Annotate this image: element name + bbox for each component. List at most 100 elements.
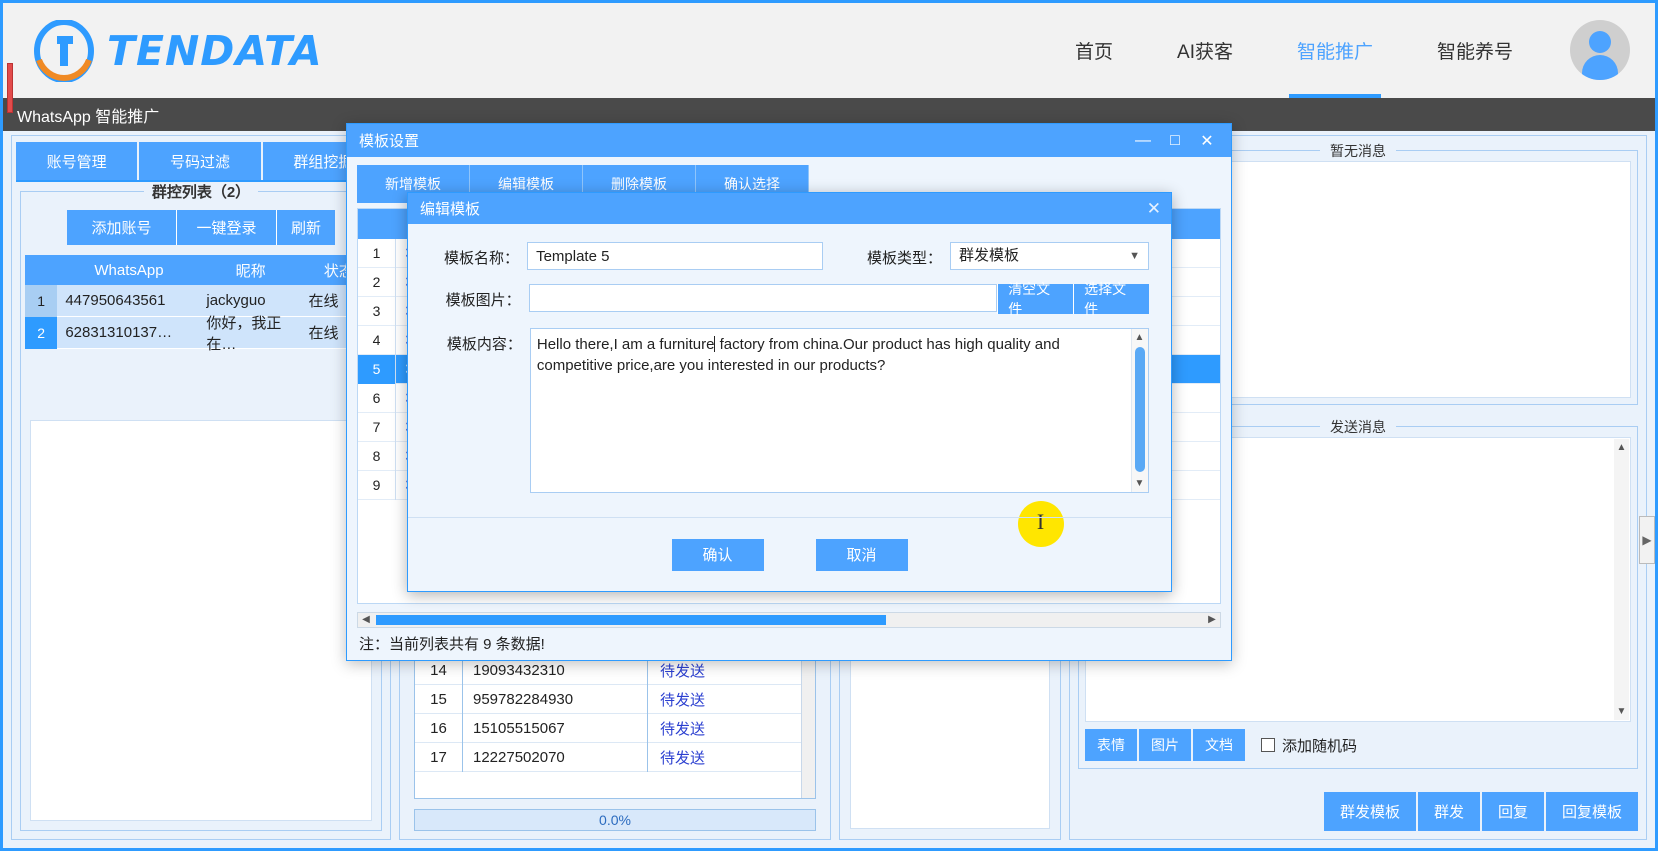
close-icon[interactable]: ✕: [1191, 124, 1223, 157]
chevron-up-icon[interactable]: ▲: [1614, 440, 1629, 455]
emoji-button[interactable]: 表情: [1085, 729, 1137, 761]
send-action-buttons: 群发模板 群发 回复 回复模板: [1322, 792, 1638, 831]
chevron-up-icon[interactable]: ▲: [1132, 330, 1147, 345]
bulk-template-button[interactable]: 群发模板: [1323, 792, 1416, 831]
hscrollbar-thumb[interactable]: [376, 615, 886, 625]
tab-number-filter[interactable]: 号码过滤: [139, 142, 261, 180]
refresh-button[interactable]: 刷新: [277, 210, 335, 245]
nav-item-smart-promotion[interactable]: 智能推广: [1288, 3, 1382, 98]
template-table-hscrollbar[interactable]: ◀ ▶: [357, 612, 1221, 628]
content-scrollbar[interactable]: ▲ ▼: [1131, 329, 1148, 492]
template-settings-titlebar: 模板设置 — □ ✕: [347, 124, 1231, 157]
template-image-label: 模板图片：: [445, 292, 521, 309]
choose-file-button[interactable]: 选择文件: [1073, 281, 1149, 317]
row-index: 4: [358, 325, 396, 355]
nav-item-smart-nurture[interactable]: 智能养号: [1437, 3, 1513, 98]
send-toolbar: 表情 图片 文档 添加随机码: [1085, 729, 1631, 761]
chevron-down-icon[interactable]: ▼: [1614, 704, 1629, 719]
reply-button[interactable]: 回复: [1481, 792, 1544, 831]
row-index: 6: [358, 383, 396, 413]
nav-item-home[interactable]: 首页: [1075, 3, 1113, 98]
received-messages-legend-text: 暂无消息: [1320, 143, 1396, 159]
reply-template-button[interactable]: 回复模板: [1545, 792, 1638, 831]
edit-template-title: 编辑模板: [420, 201, 481, 218]
template-settings-title: 模板设置: [359, 133, 420, 150]
tab-account-management[interactable]: 账号管理: [16, 142, 138, 180]
account-list-empty-area: [30, 420, 372, 821]
row-whatsapp: 62831310137…: [65, 324, 173, 341]
header-nickname: 昵称: [235, 262, 266, 280]
edit-template-footer: 确认 取消: [408, 517, 1171, 591]
window-controls: — □ ✕: [1127, 124, 1223, 157]
chevron-right-icon[interactable]: ▶: [1204, 613, 1220, 627]
template-type-select[interactable]: 群发模板 ▼: [949, 242, 1149, 270]
edit-template-form: 模板名称： Template 5 模板类型： 群发模板 ▼ 模板图片： 清空文件…: [408, 224, 1171, 547]
row-index: 3: [358, 296, 396, 326]
row-nickname: jackyguo: [206, 292, 266, 309]
template-name-input[interactable]: Template 5: [527, 242, 823, 270]
template-type-label: 模板类型：: [866, 250, 942, 267]
panel-expand-toggle[interactable]: ▶: [1639, 516, 1655, 564]
template-count-note: 注：当前列表共有 9 条数据!: [359, 636, 545, 653]
maximize-icon[interactable]: □: [1159, 124, 1191, 157]
row-index: 9: [358, 470, 396, 500]
scrollbar-thumb[interactable]: [1135, 347, 1145, 472]
bulk-send-button[interactable]: 群发: [1417, 792, 1480, 831]
top-navigation: 首页 AI获客 智能推广 智能养号: [1043, 3, 1545, 98]
row-index: 2: [25, 316, 58, 349]
one-click-login-button[interactable]: 一键登录: [177, 210, 277, 245]
confirm-button[interactable]: 确认: [671, 538, 764, 571]
group-control-list: 群控列表（2） 添加账号 一键登录 刷新 WhatsApp 昵称 状态 1 44…: [20, 184, 382, 831]
tendata-logo: TENDATA: [33, 18, 323, 83]
user-avatar-icon[interactable]: [1570, 20, 1630, 80]
minimize-icon[interactable]: —: [1127, 124, 1159, 157]
group-list-actions: 添加账号 一键登录 刷新: [21, 210, 381, 245]
clear-file-button[interactable]: 清空文件: [997, 281, 1074, 317]
edit-template-dialog: 编辑模板 ✕ 模板名称： Template 5 模板类型： 群发模板 ▼ 模板图…: [407, 192, 1172, 592]
row-nickname: 你好，我正在…: [206, 314, 282, 353]
brand-name: TENDATA: [107, 26, 323, 75]
table-row[interactable]: 15 959782284930 待发送: [415, 684, 801, 714]
left-edge-marker: [7, 63, 13, 113]
nav-item-ai-acquisition[interactable]: AI获客: [1177, 3, 1233, 98]
row-status: 待发送: [660, 691, 706, 709]
add-account-button[interactable]: 添加账号: [67, 210, 177, 245]
template-image-buttons: 清空文件 选择文件: [997, 281, 1149, 317]
row-index: 15: [415, 684, 463, 714]
template-content-label: 模板内容：: [446, 336, 522, 353]
template-image-input[interactable]: [528, 284, 998, 312]
add-random-code-label: 添加随机码: [1282, 737, 1358, 755]
form-row-image: 模板图片： 清空文件 选择文件: [430, 281, 1149, 317]
avatar-body: [1582, 55, 1618, 80]
content-before-caret: Hello there,I am a furniture: [536, 336, 715, 353]
image-button[interactable]: 图片: [1139, 729, 1191, 761]
form-row-name-type: 模板名称： Template 5 模板类型： 群发模板 ▼: [430, 242, 1149, 270]
row-index: 7: [358, 412, 396, 442]
group-list-legend-text: 群控列表（2）: [143, 184, 259, 201]
send-message-scrollbar[interactable]: ▲ ▼: [1614, 439, 1629, 720]
application-window: TENDATA 首页 AI获客 智能推广 智能养号 WhatsApp 智能推广 …: [0, 0, 1658, 851]
row-status: 待发送: [660, 720, 706, 738]
row-index: 1: [25, 284, 58, 317]
send-message-legend-text: 发送消息: [1320, 419, 1396, 435]
table-row[interactable]: 2 62831310137… 你好，我正在… 在线: [25, 315, 377, 353]
template-content-textarea[interactable]: Hello there,I am a furniture factory fro…: [529, 328, 1149, 547]
chevron-down-icon[interactable]: ▼: [1132, 476, 1147, 491]
document-button[interactable]: 文档: [1193, 729, 1245, 761]
send-progress-bar: 0.0%: [414, 809, 816, 831]
table-row[interactable]: 16 15105515067 待发送: [415, 713, 801, 743]
close-icon[interactable]: ✕: [1147, 193, 1161, 224]
cancel-button[interactable]: 取消: [815, 538, 908, 571]
row-index: 2: [358, 267, 396, 297]
edit-template-titlebar: 编辑模板 ✕: [408, 193, 1171, 224]
add-random-code-checkbox[interactable]: 添加随机码: [1261, 735, 1357, 756]
row-status: 待发送: [660, 662, 706, 680]
row-index: 8: [358, 441, 396, 471]
avatar-head: [1589, 31, 1611, 53]
row-number: 959782284930: [463, 684, 648, 714]
chevron-left-icon[interactable]: ◀: [358, 613, 374, 627]
account-table-header: WhatsApp 昵称 状态: [25, 255, 377, 285]
brand-header: TENDATA 首页 AI获客 智能推广 智能养号: [3, 3, 1655, 98]
table-row[interactable]: 17 12227502070 待发送: [415, 742, 801, 772]
account-table: WhatsApp 昵称 状态 1 447950643561 jackyguo 在…: [25, 255, 377, 353]
